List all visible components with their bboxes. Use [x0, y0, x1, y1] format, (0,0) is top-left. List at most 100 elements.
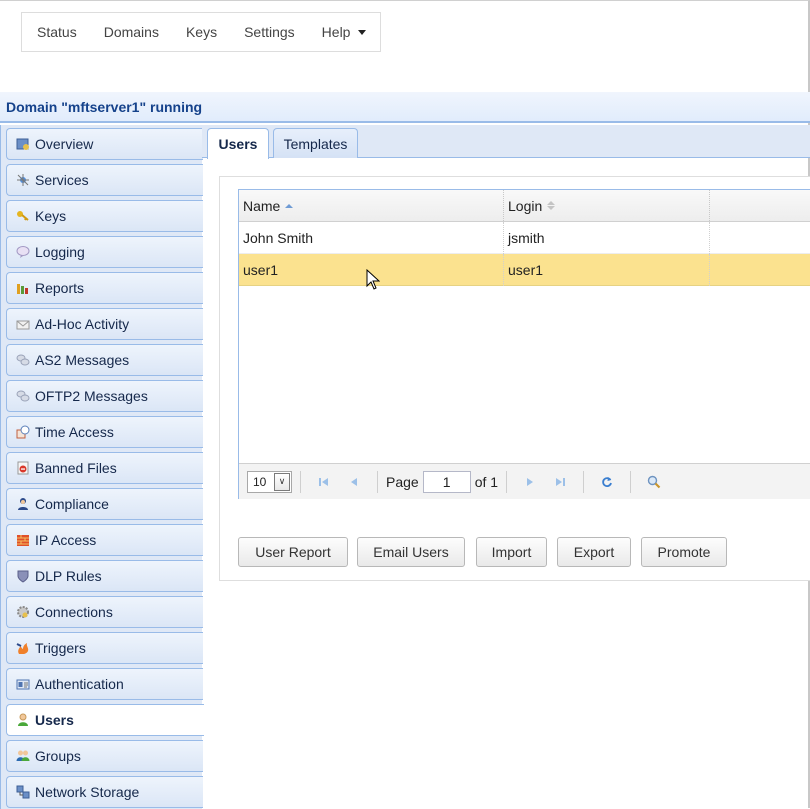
sidebar-item-dlp-rules[interactable]: DLP Rules [6, 560, 203, 592]
sidebar-item-compliance[interactable]: Compliance [6, 488, 203, 520]
domain-status-header: Domain "mftserver1" running [0, 92, 810, 123]
sidebar-item-label: DLP Rules [35, 568, 102, 584]
mouse-cursor-icon [366, 269, 380, 290]
user-report-button[interactable]: User Report [238, 537, 348, 567]
sidebar-item-users[interactable]: Users [6, 704, 204, 736]
toolbar-separator [630, 470, 632, 493]
sidebar-item-keys[interactable]: Keys [6, 200, 203, 232]
toolbar-separator [300, 470, 301, 493]
sidebar: Overview Services Keys Logging Reports A… [0, 125, 204, 809]
sidebar-item-label: Triggers [35, 640, 86, 656]
sidebar-item-reports[interactable]: Reports [6, 272, 203, 304]
sidebar-item-connections[interactable]: Connections [6, 596, 203, 628]
sidebar-item-triggers[interactable]: Triggers [6, 632, 203, 664]
sidebar-item-time-access[interactable]: Time Access [6, 416, 203, 448]
group-icon [16, 749, 30, 763]
nav-settings[interactable]: Settings [244, 24, 295, 40]
toolbar-separator [506, 470, 508, 493]
sort-unsorted-icon [547, 201, 556, 210]
sidebar-item-label: Banned Files [35, 460, 117, 476]
id-card-icon [16, 677, 30, 691]
sidebar-item-network-storage[interactable]: Network Storage [6, 776, 203, 808]
sidebar-item-authentication[interactable]: Authentication [6, 668, 203, 700]
shield-icon [16, 569, 30, 583]
previous-page-icon[interactable] [344, 472, 364, 492]
nav-keys[interactable]: Keys [186, 24, 217, 40]
column-header-login[interactable]: Login [504, 190, 710, 221]
grid-header: Name Login [239, 190, 810, 222]
network-storage-icon [16, 785, 30, 799]
page-number-input[interactable] [422, 470, 471, 493]
sidebar-item-label: Network Storage [35, 784, 140, 800]
column-header-name[interactable]: Name [239, 190, 504, 221]
sidebar-item-label: Reports [35, 280, 85, 296]
tab-users[interactable]: Users [207, 128, 269, 159]
banned-file-icon [16, 461, 30, 475]
sidebar-item-services[interactable]: Services [6, 164, 203, 196]
keys-icon [16, 209, 30, 223]
sidebar-item-label: Services [35, 172, 89, 188]
page-label: Page [386, 473, 419, 490]
cell-empty [710, 254, 810, 286]
fire-icon [16, 641, 30, 655]
cell-login: user1 [504, 254, 710, 286]
table-row-selected[interactable]: user1 user1 [239, 254, 810, 286]
email-users-button[interactable]: Email Users [357, 537, 465, 567]
refresh-icon[interactable] [597, 472, 617, 492]
overview-icon [16, 137, 30, 151]
sidebar-item-groups[interactable]: Groups [6, 740, 203, 772]
nav-help-label: Help [321, 24, 351, 40]
reports-icon [16, 281, 30, 295]
search-icon[interactable] [644, 472, 664, 492]
promote-button[interactable]: Promote [641, 537, 727, 567]
tab-templates[interactable]: Templates [273, 128, 358, 158]
gear-icon [16, 605, 30, 619]
user-icon [16, 713, 30, 727]
sidebar-item-label: Ad-Hoc Activity [35, 316, 130, 332]
column-header-empty [710, 190, 810, 221]
sidebar-item-oftp2-messages[interactable]: OFTP2 Messages [6, 380, 203, 412]
column-header-label: Login [508, 197, 543, 214]
first-page-icon[interactable] [314, 472, 334, 492]
page-size-select[interactable]: 10 ∨ [247, 470, 292, 493]
nav-help[interactable]: Help [322, 24, 367, 40]
sidebar-item-label: OFTP2 Messages [35, 388, 148, 404]
chevron-down-icon[interactable]: ∨ [274, 472, 290, 491]
sidebar-item-label: Users [35, 712, 74, 728]
sidebar-item-label: Connections [35, 604, 113, 620]
sidebar-item-ad-hoc-activity[interactable]: Ad-Hoc Activity [6, 308, 203, 340]
sidebar-item-label: Compliance [35, 496, 109, 512]
sidebar-item-label: Time Access [35, 424, 114, 440]
envelope-icon [16, 317, 30, 331]
table-row[interactable]: John Smith jsmith [239, 222, 810, 254]
clock-calendar-icon [16, 425, 30, 439]
sidebar-item-logging[interactable]: Logging [6, 236, 203, 268]
column-header-label: Name [243, 197, 281, 214]
nav-status[interactable]: Status [37, 24, 77, 40]
users-grid: Name Login John Smith jsmith user1 user1… [238, 189, 810, 499]
tab-strip: Users Templates [202, 125, 810, 159]
sidebar-item-label: Logging [35, 244, 85, 260]
sidebar-item-label: Overview [35, 136, 94, 152]
cell-login: jsmith [504, 222, 710, 254]
cell-name: John Smith [239, 222, 504, 254]
top-navigation: Status Domains Keys Settings Help [21, 12, 381, 52]
toolbar-separator [377, 470, 378, 493]
logging-icon [16, 245, 30, 259]
sidebar-item-ip-access[interactable]: IP Access [6, 524, 203, 556]
messages-icon [16, 353, 30, 367]
sidebar-item-banned-files[interactable]: Banned Files [6, 452, 203, 484]
page-total-label: of 1 [474, 473, 499, 490]
last-page-icon[interactable] [550, 472, 570, 492]
next-page-icon[interactable] [520, 472, 540, 492]
caret-down-icon [358, 29, 367, 35]
sidebar-item-label: Authentication [35, 676, 124, 692]
sidebar-item-label: IP Access [35, 532, 97, 548]
sidebar-item-as2-messages[interactable]: AS2 Messages [6, 344, 203, 376]
sidebar-item-overview[interactable]: Overview [6, 128, 203, 160]
firewall-icon [16, 533, 30, 547]
export-button[interactable]: Export [557, 537, 631, 567]
nav-domains[interactable]: Domains [104, 24, 159, 40]
services-icon [16, 173, 30, 187]
import-button[interactable]: Import [476, 537, 547, 567]
